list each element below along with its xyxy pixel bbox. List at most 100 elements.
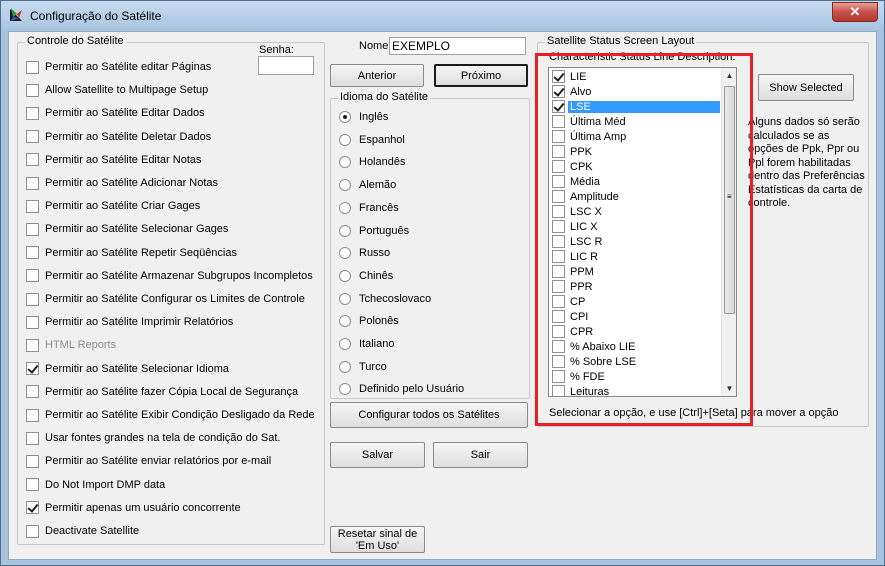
radio-button[interactable]	[339, 360, 351, 373]
idioma-option[interactable]: Espanhol	[339, 132, 405, 148]
idioma-option-label: Italiano	[359, 338, 395, 350]
radio-button[interactable]	[339, 315, 351, 328]
controle-option[interactable]: HTML Reports	[26, 337, 116, 353]
controle-option[interactable]: Do Not Import DMP data	[26, 477, 165, 493]
controle-option[interactable]: Permitir ao Satélite Selecionar Gages	[26, 221, 228, 237]
controle-option[interactable]: Permitir ao Satélite Criar Gages	[26, 198, 200, 214]
idioma-option-label: Alemão	[359, 179, 397, 192]
controle-option-label: Do Not Import DMP data	[45, 478, 166, 491]
controle-option-label: Permitir ao Satélite Editar Dados	[45, 107, 205, 120]
checkbox[interactable]	[26, 83, 39, 97]
idioma-option[interactable]: Polonês	[339, 313, 399, 329]
note-line: calculados se as	[748, 129, 830, 142]
controle-option[interactable]: Permitir ao Satélite Selecionar Idioma	[26, 361, 229, 377]
radio-button[interactable]	[339, 383, 351, 396]
checkbox[interactable]	[26, 408, 39, 422]
controle-option[interactable]: Permitir ao Satélite Imprimir Relatórios	[26, 314, 233, 330]
checkbox[interactable]	[26, 524, 39, 538]
controle-option[interactable]: Deactivate Satellite	[26, 523, 139, 539]
controle-option[interactable]: Permitir ao Satélite editar Páginas	[26, 59, 211, 75]
checkbox[interactable]	[26, 501, 39, 515]
idioma-option[interactable]: Italiano	[339, 336, 394, 352]
radio-button[interactable]	[339, 179, 351, 192]
controle-option-label: Permitir ao Satélite Selecionar Gages	[45, 223, 229, 236]
radio-button[interactable]	[339, 292, 351, 305]
controle-option[interactable]: Permitir apenas um usuário concorrente	[26, 500, 241, 516]
checkbox[interactable]	[26, 454, 39, 468]
checkbox[interactable]	[26, 130, 39, 144]
idioma-option-label: Espanhol	[359, 133, 405, 146]
configurar-todos-button[interactable]: Configurar todos os Satélites	[330, 402, 528, 428]
controle-option-label: Permitir ao Satélite Deletar Dados	[45, 130, 212, 143]
status-layout-legend: Satellite Status Screen Layout	[545, 35, 697, 47]
nome-input[interactable]: EXEMPLO	[389, 37, 526, 55]
checkbox[interactable]	[26, 246, 39, 260]
radio-button[interactable]	[339, 111, 351, 123]
checkbox[interactable]	[26, 292, 39, 306]
checkbox[interactable]	[26, 222, 39, 236]
controle-option[interactable]: Permitir ao Satélite fazer Cópia Local d…	[26, 384, 298, 400]
anterior-button[interactable]: Anterior	[330, 64, 424, 87]
checkbox[interactable]	[26, 60, 39, 74]
controle-option[interactable]: Permitir ao Satélite Configurar os Limit…	[26, 291, 305, 307]
idioma-option[interactable]: Inglês	[339, 109, 388, 125]
checkbox[interactable]	[26, 338, 39, 352]
resetar-em-uso-button[interactable]: Resetar sinal de 'Em Uso'	[330, 526, 425, 553]
controle-option[interactable]: Permitir ao Satélite Editar Notas	[26, 152, 202, 168]
title-bar[interactable]: Configuração do Satélite ✕	[1, 1, 884, 31]
controle-option-label: Permitir ao Satélite enviar relatórios p…	[45, 455, 272, 468]
idioma-option[interactable]: Alemão	[339, 177, 396, 193]
checkbox[interactable]	[26, 478, 39, 492]
checkbox[interactable]	[26, 199, 39, 213]
controle-option[interactable]: Permitir ao Satélite Exibir Condição Des…	[26, 407, 315, 423]
note-line: controle.	[748, 197, 791, 209]
note-line: opções de Ppk, Ppr ou	[748, 143, 860, 155]
idioma-option[interactable]: Turco	[339, 359, 387, 375]
checkbox[interactable]	[26, 315, 39, 329]
radio-button[interactable]	[339, 224, 351, 237]
idioma-option[interactable]: Português	[339, 223, 409, 239]
idioma-legend: Idioma do Satélite	[338, 91, 431, 103]
idioma-option[interactable]: Definido pelo Usuário	[339, 381, 464, 397]
controle-option[interactable]: Permitir ao Satélite enviar relatórios p…	[26, 453, 271, 469]
controle-option-label: Permitir ao Satélite Selecionar Idioma	[45, 362, 230, 375]
checkbox[interactable]	[26, 269, 39, 283]
nome-label: Nome	[359, 40, 389, 52]
idioma-option-label: Português	[359, 224, 410, 237]
close-button[interactable]: ✕	[832, 2, 878, 22]
controle-option[interactable]: Permitir ao Satélite Deletar Dados	[26, 129, 211, 145]
checkbox[interactable]	[26, 385, 39, 399]
idioma-option[interactable]: Francês	[339, 200, 399, 216]
radio-button[interactable]	[339, 201, 351, 214]
senha-input[interactable]	[258, 56, 314, 75]
idioma-option[interactable]: Tchecoslovaco	[339, 291, 431, 307]
controle-option[interactable]: Allow Satellite to Multipage Setup	[26, 82, 208, 98]
salvar-button[interactable]: Salvar	[330, 442, 425, 468]
controle-option-label: Usar fontes grandes na tela de condição …	[45, 432, 281, 445]
checkbox[interactable]	[26, 106, 39, 120]
idioma-option[interactable]: Chinês	[339, 268, 393, 284]
checkbox[interactable]	[26, 431, 39, 445]
radio-button[interactable]	[339, 133, 351, 146]
sair-button[interactable]: Sair	[433, 442, 528, 468]
controle-option[interactable]: Permitir ao Satélite Editar Dados	[26, 105, 205, 121]
controle-option[interactable]: Permitir ao Satélite Repetir Seqüências	[26, 245, 237, 261]
checkbox[interactable]	[26, 362, 39, 376]
radio-button[interactable]	[339, 338, 351, 350]
show-selected-button[interactable]: Show Selected	[758, 74, 854, 101]
close-icon: ✕	[849, 4, 861, 19]
controle-option[interactable]: Permitir ao Satélite Adicionar Notas	[26, 175, 218, 191]
radio-button[interactable]	[339, 269, 351, 282]
dialog-client-area: Controle do Satélite Senha: Permitir ao …	[8, 31, 877, 560]
controle-option-label: Permitir ao Satélite Editar Notas	[45, 153, 202, 166]
radio-button[interactable]	[339, 156, 351, 169]
checkbox[interactable]	[26, 176, 39, 190]
checkbox[interactable]	[26, 153, 39, 167]
proximo-button[interactable]: Próximo	[434, 64, 528, 87]
idioma-option[interactable]: Russo	[339, 245, 390, 261]
controle-option[interactable]: Permitir ao Satélite Armazenar Subgrupos…	[26, 268, 313, 284]
idioma-option[interactable]: Holandês	[339, 154, 405, 170]
radio-button[interactable]	[339, 247, 351, 260]
idioma-option-label: Russo	[359, 247, 391, 260]
controle-option[interactable]: Usar fontes grandes na tela de condição …	[26, 430, 280, 446]
